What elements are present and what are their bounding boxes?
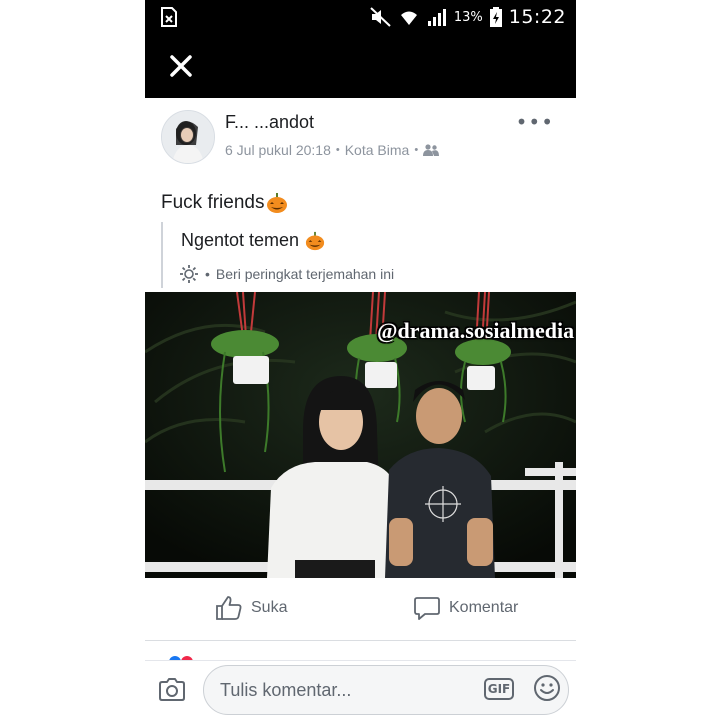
comment-label: Komentar [449,599,519,616]
close-icon[interactable] [167,52,195,80]
thumbs-up-icon [216,596,242,620]
signal-icon [427,9,446,26]
battery-percent: 13% [453,9,483,25]
translation-text: Ngentot temen [181,230,325,251]
jack-o-lantern-icon [305,231,325,250]
translated-message: Ngentot temen [181,230,300,250]
meta-separator: • [205,266,210,282]
post-author[interactable]: F... ...andot [225,112,314,133]
gear-icon [180,265,198,283]
rate-translation-label: Beri peringkat terjemahan ini [215,266,395,282]
post-timestamp[interactable]: 6 Jul pukul 20:18 [225,142,331,158]
comment-bubble-icon [414,597,440,620]
jack-o-lantern-icon [267,193,288,213]
post-text: Fuck friends [161,192,288,214]
avatar[interactable] [161,110,215,164]
comment-button[interactable]: Komentar [413,595,518,621]
gif-button[interactable]: GIF [484,678,514,700]
viewer-top-bar [145,34,576,98]
comment-composer: Tulis komentar... GIF [145,660,576,720]
wifi-icon [400,11,417,25]
more-options-button[interactable]: ••• [516,110,554,134]
post-actions: Suka Komentar [145,585,576,635]
friends-icon [423,144,440,156]
post-photo[interactable]: @drama.sosialmedia [145,292,576,578]
post-location[interactable]: Kota Bima [345,142,410,158]
avatar-image [162,111,214,163]
no-sim-icon [161,7,177,27]
clock-time: 15:22 [508,6,566,28]
meta-separator: • [335,144,340,156]
like-label: Suka [251,599,288,616]
meta-separator: • [414,144,419,156]
status-bar: 13% 15:22 [145,0,576,34]
phone-screen: 13% 15:22 F... ...andot 6 Jul pukul 20:1… [145,0,576,720]
battery-charging-icon [489,7,502,27]
photo-watermark: @drama.sosialmedia [377,318,575,343]
post-message: Fuck friends [161,192,265,213]
like-button[interactable]: Suka [215,595,287,621]
comment-placeholder: Tulis komentar... [220,679,352,700]
camera-icon[interactable] [157,675,187,705]
translation-block: Ngentot temen • Beri peringkat terjemaha… [161,222,563,288]
actions-divider [145,640,576,641]
post-meta: 6 Jul pukul 20:18 • Kota Bima • [225,142,440,158]
rate-translation-link[interactable]: • Beri peringkat terjemahan ini [179,264,394,284]
post-header: F... ...andot 6 Jul pukul 20:18 • Kota B… [145,100,576,180]
comment-input[interactable]: Tulis komentar... [203,665,569,715]
mute-icon [370,7,391,27]
emoji-icon[interactable] [532,673,562,703]
